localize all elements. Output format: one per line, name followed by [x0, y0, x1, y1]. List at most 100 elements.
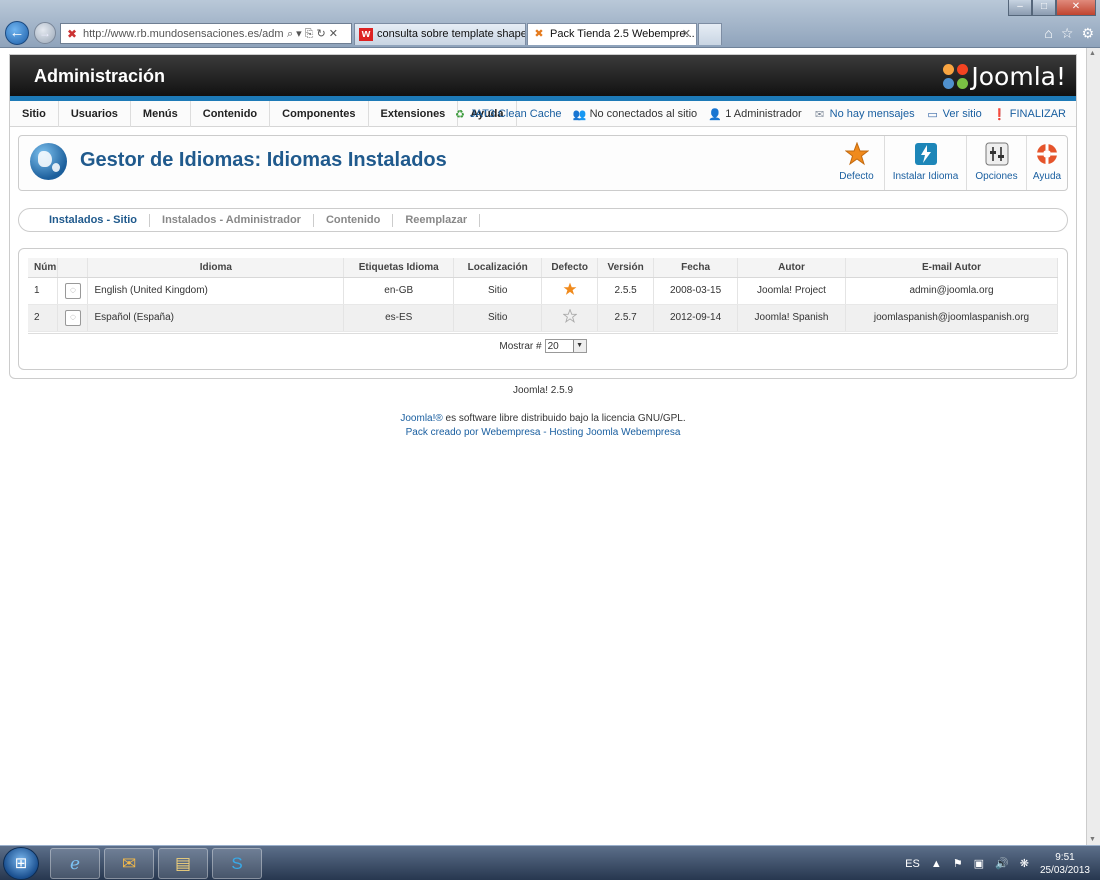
action-center-flag-icon[interactable]: ⚑ [953, 857, 963, 870]
row-radio-button[interactable]: ◌ [64, 309, 81, 326]
sync-icon[interactable]: ❋ [1020, 857, 1029, 870]
scroll-down-icon[interactable]: ▼ [1089, 836, 1096, 843]
skype-icon: S [231, 854, 243, 873]
logout-link[interactable]: ❗ FINALIZAR [993, 108, 1066, 121]
menu-contenido[interactable]: Contenido [191, 100, 271, 127]
menu-menus[interactable]: Menús [131, 100, 191, 127]
subnav-installed-site[interactable]: Instalados - Sitio [37, 213, 151, 227]
default-button[interactable]: Defecto [829, 136, 885, 190]
close-tab-icon[interactable]: ✕ [682, 24, 691, 45]
address-tools-icons[interactable]: ⌕▾⎘↻✕ [287, 27, 341, 41]
internet-explorer-icon: ℯ [69, 854, 81, 873]
settings-gear-icon[interactable]: ⚙ [1081, 25, 1094, 42]
globe-icon [30, 143, 67, 180]
limit-select[interactable]: 20 ▼ [544, 339, 587, 353]
menu-extensiones[interactable]: Extensiones [369, 100, 459, 127]
col-location[interactable]: Localización [453, 258, 543, 278]
home-icon[interactable]: ⌂ [1044, 25, 1052, 42]
favorites-star-icon[interactable]: ☆ [1061, 25, 1074, 42]
menu-usuarios[interactable]: Usuarios [59, 100, 131, 127]
browser-tab-consulta[interactable]: w consulta sobre template shape... [354, 23, 526, 45]
page-title: Gestor de Idiomas: Idiomas Instalados [80, 149, 447, 171]
col-tag[interactable]: Etiquetas Idioma [343, 258, 455, 278]
col-version[interactable]: Versión [597, 258, 655, 278]
admins-status: 👤 1 Administrador [708, 108, 801, 121]
pack-webempresa-link[interactable]: Pack creado por Webempresa [406, 427, 541, 438]
row-location: Sitio [453, 304, 543, 332]
languages-table: Núm Idioma Etiquetas Idioma Localización… [28, 258, 1059, 332]
subnav-installed-admin[interactable]: Instalados - Administrador [150, 213, 314, 227]
install-lightning-icon [913, 141, 939, 167]
main-menu: Sitio Usuarios Menús Contenido Component… [10, 100, 1076, 127]
admin-page: Administración Joomla! Sitio Usuarios Me… [9, 54, 1077, 379]
address-bar[interactable]: ✖ http://www.rb.mundosensaciones.es/adm … [60, 23, 352, 44]
vertical-scrollbar[interactable]: ▲ ▼ [1086, 48, 1100, 845]
back-button[interactable]: ← [5, 21, 29, 45]
options-button[interactable]: Opciones [967, 136, 1027, 190]
jat3-clean-cache-link[interactable]: ♻ JAT3 Clean Cache [453, 108, 562, 121]
scroll-up-icon[interactable]: ▲ [1089, 50, 1096, 57]
close-window-button[interactable]: ✕ [1056, 0, 1096, 16]
admins-label: 1 Administrador [725, 108, 802, 120]
menu-componentes[interactable]: Componentes [270, 100, 369, 127]
row-version: 2.5.7 [597, 304, 655, 332]
browser-tab-pack-tienda[interactable]: ✖ Pack Tienda 2.5 Webempre... ✕ [527, 23, 697, 45]
joomla-license-link[interactable]: Joomla!® [400, 413, 442, 424]
minimize-button[interactable]: – [1008, 0, 1032, 16]
tab-label: Pack Tienda 2.5 Webempre... [550, 28, 695, 40]
hosting-webempresa-link[interactable]: Hosting Joomla Webempresa [549, 427, 680, 438]
subnav-content[interactable]: Contenido [314, 213, 394, 227]
windows-taskbar: ⊞ ℯ ✉ ▤ S ES ▲ ⚑ ▣ 🔊 ❋ 9:51 25/03/2013 [0, 845, 1100, 880]
col-date[interactable]: Fecha [653, 258, 739, 278]
system-tray: ES ▲ ⚑ ▣ 🔊 ❋ 9:51 25/03/2013 [905, 846, 1090, 880]
menu-sitio[interactable]: Sitio [10, 100, 59, 127]
maximize-button[interactable]: □ [1032, 0, 1056, 16]
taskbar-outlook[interactable]: ✉ [104, 848, 154, 879]
row-num: 1 [28, 277, 59, 305]
sub-navigation: Instalados - Sitio Instalados - Administ… [18, 208, 1068, 232]
row-date: 2008-03-15 [653, 277, 739, 305]
col-default[interactable]: Defecto [541, 258, 599, 278]
joomla-logo: Joomla! [943, 62, 1066, 91]
volume-icon[interactable]: 🔊 [995, 857, 1009, 870]
col-email[interactable]: E-mail Autor [845, 258, 1059, 278]
envelope-icon: ✉ [815, 108, 825, 121]
install-language-button[interactable]: Instalar Idioma [885, 136, 967, 190]
row-tag: en-GB [343, 277, 455, 305]
webempresa-favicon-icon: w [359, 28, 373, 41]
subnav-overrides[interactable]: Reemplazar [393, 213, 481, 227]
new-tab-button[interactable] [698, 23, 722, 45]
default-star-empty-icon[interactable] [561, 308, 578, 326]
jat3-clean-cache-label: JAT3 Clean Cache [470, 108, 562, 120]
row-language: English (United Kingdom) [87, 277, 345, 305]
table-header-row: Núm Idioma Etiquetas Idioma Localización… [28, 258, 1059, 278]
default-star-filled-icon[interactable] [563, 282, 577, 299]
col-num[interactable]: Núm [28, 258, 59, 278]
row-radio-button[interactable]: ◌ [64, 282, 81, 299]
messages-link[interactable]: ✉ No hay mensajes [813, 108, 915, 121]
help-button[interactable]: Ayuda [1027, 136, 1067, 190]
taskbar-internet-explorer[interactable]: ℯ [50, 848, 100, 879]
col-author[interactable]: Autor [737, 258, 846, 278]
logout-alert-icon: ❗ [992, 108, 1007, 121]
show-hidden-icons-icon[interactable]: ▲ [931, 858, 942, 870]
dropdown-arrow-icon: ▼ [572, 340, 586, 352]
window-controls: – □ ✕ [1008, 0, 1096, 16]
network-icon[interactable]: ▣ [974, 857, 984, 870]
taskbar-skype[interactable]: S [212, 848, 262, 879]
input-language[interactable]: ES [905, 858, 920, 870]
start-button[interactable]: ⊞ [3, 847, 39, 880]
toolbar-box: Gestor de Idiomas: Idiomas Instalados De… [18, 135, 1068, 191]
address-url[interactable]: http://www.rb.mundosensaciones.es/adm [83, 28, 283, 40]
forward-button[interactable]: → [34, 22, 56, 44]
clock[interactable]: 9:51 25/03/2013 [1040, 851, 1090, 877]
toolbar-buttons: Defecto Instalar Idioma Opciones Ayuda [829, 136, 1067, 190]
logout-label: FINALIZAR [1009, 108, 1066, 120]
taskbar-file-explorer[interactable]: ▤ [158, 848, 208, 879]
folder-icon: ▤ [174, 854, 192, 873]
col-language[interactable]: Idioma [87, 258, 345, 278]
monitor-icon: ▭ [927, 108, 938, 121]
outlook-icon: ✉ [121, 854, 137, 873]
row-date: 2012-09-14 [653, 304, 739, 332]
view-site-link[interactable]: ▭ Ver sitio [926, 108, 981, 121]
